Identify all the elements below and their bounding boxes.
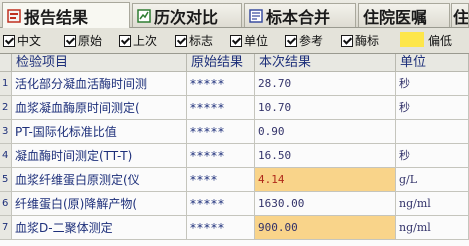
current-result: 10.70 bbox=[255, 96, 396, 120]
unit: g/L bbox=[396, 168, 469, 192]
option-label: 标志 bbox=[189, 34, 214, 48]
checkbox-checked[interactable] bbox=[64, 34, 76, 47]
row-index: 7 bbox=[0, 216, 12, 240]
row-index: 2 bbox=[0, 96, 12, 120]
option-reference[interactable]: 参考 bbox=[285, 32, 323, 49]
option-label: 单位 bbox=[244, 34, 269, 48]
option-enzyme[interactable]: 酶标 bbox=[341, 32, 379, 49]
column-header-unit[interactable]: 单位 bbox=[396, 54, 469, 72]
test-item-name: 活化部分凝血活酶时间测 bbox=[12, 72, 187, 96]
tab-label: 报告结果 bbox=[24, 7, 89, 27]
unit: ng/ml bbox=[396, 192, 469, 216]
unit: 秒 bbox=[396, 144, 469, 168]
tab-label: 标本合并 bbox=[266, 7, 331, 27]
current-result: 16.50 bbox=[255, 144, 396, 168]
original-result: ***** bbox=[187, 192, 255, 216]
checkbox-checked[interactable] bbox=[230, 34, 242, 47]
checkbox-checked[interactable] bbox=[341, 34, 353, 47]
tab-report-results[interactable]: 报告结果 bbox=[2, 2, 130, 28]
option-chinese[interactable]: 中文 bbox=[3, 32, 41, 49]
current-result: 900.00 bbox=[255, 216, 396, 240]
tab-label: 住 bbox=[453, 7, 469, 27]
checkbox-checked[interactable] bbox=[285, 34, 297, 47]
option-label: 上次 bbox=[133, 34, 158, 48]
option-flag[interactable]: 标志 bbox=[175, 32, 213, 49]
tab-inpatient-orders[interactable]: 住院医嘱 bbox=[358, 3, 450, 27]
row-index: 3 bbox=[0, 120, 12, 144]
table-row[interactable]: 3 PT-国际化标准比值 ***** 0.90 bbox=[0, 120, 469, 144]
original-result: ***** bbox=[187, 72, 255, 96]
test-item-name: PT-国际化标准比值 bbox=[12, 120, 187, 144]
table-row[interactable]: 4 凝血酶时间测定(TT-T) ***** 16.50 秒 bbox=[0, 144, 469, 168]
unit bbox=[396, 120, 469, 144]
column-header-test-item[interactable]: 检验项目 bbox=[12, 54, 187, 72]
column-header-original-result[interactable]: 原始结果 bbox=[187, 54, 255, 72]
checkbox-checked[interactable] bbox=[175, 34, 187, 47]
results-table: 检验项目 原始结果 本次结果 单位 1 活化部分凝血活酶时间测 ***** 28… bbox=[0, 54, 469, 246]
tab-history-compare[interactable]: 历次对比 bbox=[132, 3, 242, 27]
current-result: 1630.00 bbox=[255, 192, 396, 216]
compare-icon bbox=[137, 8, 151, 23]
merge-icon bbox=[249, 8, 263, 23]
test-item-name: 血浆D-二聚体测定 bbox=[12, 216, 187, 240]
low-flag-swatch bbox=[400, 32, 424, 47]
unit: 秒 bbox=[396, 96, 469, 120]
tab-label: 历次对比 bbox=[154, 7, 219, 27]
tab-label: 住院医嘱 bbox=[363, 7, 428, 27]
original-result: **** bbox=[187, 168, 255, 192]
tab-inpatient-extra[interactable]: 住 bbox=[451, 3, 469, 27]
tab-bar: 报告结果 历次对比 标本合并 住院医嘱 住 bbox=[0, 0, 469, 28]
row-index: 5 bbox=[0, 168, 12, 192]
report-icon bbox=[7, 8, 21, 23]
test-item-name: 血浆凝血酶原时间测定( bbox=[12, 96, 187, 120]
original-result: ***** bbox=[187, 216, 255, 240]
row-index: 6 bbox=[0, 192, 12, 216]
table-row[interactable]: 6 纤维蛋白(原)降解产物( ***** 1630.00 ng/ml bbox=[0, 192, 469, 216]
option-label: 中文 bbox=[17, 34, 42, 48]
test-item-name: 血浆纤维蛋白原测定(仪 bbox=[12, 168, 187, 192]
table-row[interactable]: 7 血浆D-二聚体测定 ***** 900.00 ng/ml bbox=[0, 216, 469, 240]
unit: 秒 bbox=[396, 72, 469, 96]
option-label: 酶标 bbox=[355, 34, 380, 48]
original-result: ***** bbox=[187, 120, 255, 144]
test-item-name: 纤维蛋白(原)降解产物( bbox=[12, 192, 187, 216]
table-row[interactable]: 5 血浆纤维蛋白原测定(仪 **** 4.14 g/L bbox=[0, 168, 469, 192]
option-original[interactable]: 原始 bbox=[64, 32, 102, 49]
test-item-name: 凝血酶时间测定(TT-T) bbox=[12, 144, 187, 168]
row-index: 4 bbox=[0, 144, 12, 168]
row-index-header bbox=[0, 54, 12, 72]
option-unit[interactable]: 单位 bbox=[230, 32, 268, 49]
current-result: 28.70 bbox=[255, 72, 396, 96]
option-label: 参考 bbox=[299, 34, 324, 48]
option-label: 原始 bbox=[78, 34, 103, 48]
table-row[interactable]: 1 活化部分凝血活酶时间测 ***** 28.70 秒 bbox=[0, 72, 469, 96]
table-row[interactable]: 2 血浆凝血酶原时间测定( ***** 10.70 秒 bbox=[0, 96, 469, 120]
checkbox-checked[interactable] bbox=[3, 34, 15, 47]
row-index: 1 bbox=[0, 72, 12, 96]
original-result: ***** bbox=[187, 144, 255, 168]
unit: ng/ml bbox=[396, 216, 469, 240]
checkbox-checked[interactable] bbox=[119, 34, 131, 47]
current-result: 4.14 bbox=[255, 168, 396, 192]
original-result: ***** bbox=[187, 96, 255, 120]
options-toolbar: 中文 原始 上次 标志 单位 参考 酶标 偏低 bbox=[0, 28, 469, 54]
current-result: 0.90 bbox=[255, 120, 396, 144]
option-previous[interactable]: 上次 bbox=[119, 32, 157, 49]
low-flag-legend: 偏低 bbox=[428, 34, 453, 48]
tab-specimen-merge[interactable]: 标本合并 bbox=[244, 3, 356, 27]
column-header-current-result[interactable]: 本次结果 bbox=[255, 54, 396, 72]
